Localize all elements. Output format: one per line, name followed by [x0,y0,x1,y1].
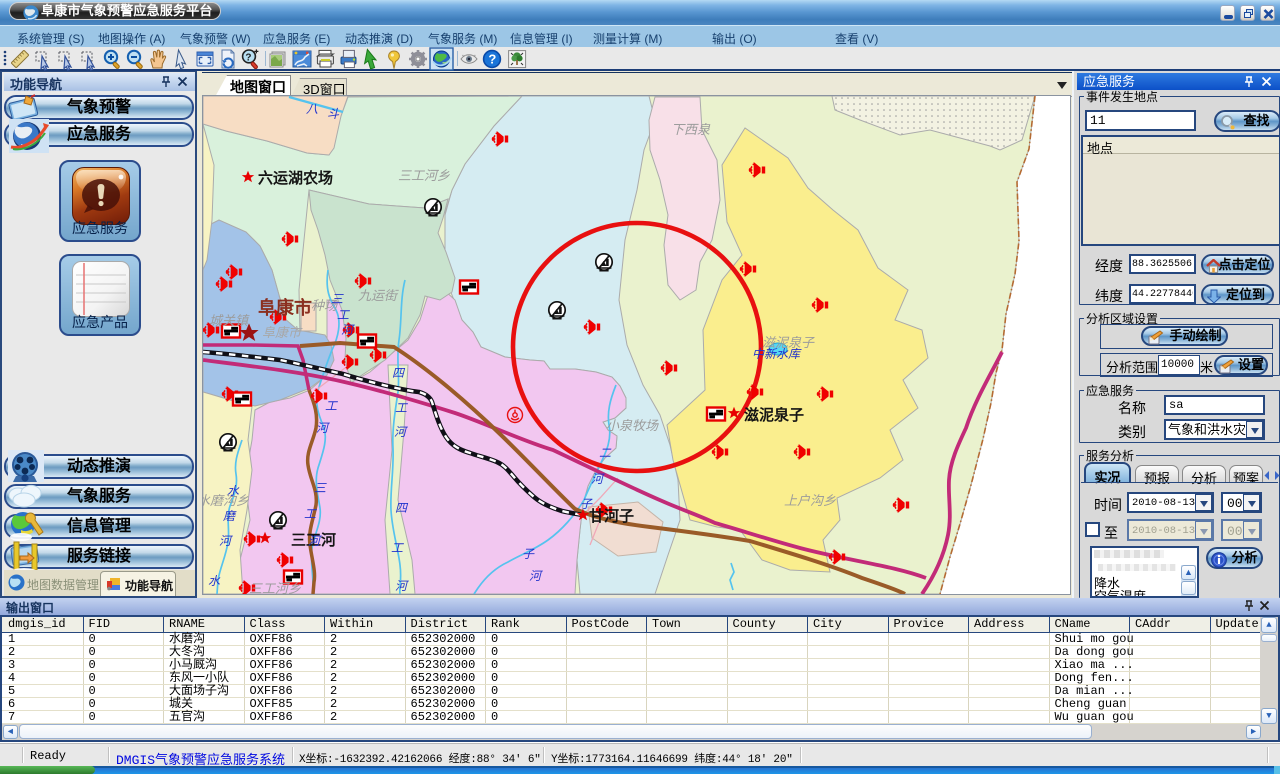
svg-text:城关镇: 城关镇 [209,313,250,328]
svg-text:河: 河 [316,421,330,435]
svg-text:四: 四 [395,501,409,515]
svg-text:八: 八 [306,102,318,116]
svg-text:二: 二 [599,446,612,460]
svg-text:工: 工 [304,507,317,521]
svg-text:工: 工 [337,308,350,322]
svg-text:水: 水 [208,574,221,588]
svg-text:子: 子 [522,547,535,561]
svg-text:三: 三 [331,292,344,306]
svg-text:河: 河 [308,534,322,548]
svg-text:阜康市: 阜康市 [258,297,312,318]
svg-text:三工河乡: 三工河乡 [398,168,450,183]
svg-text:河: 河 [341,323,355,337]
svg-text:三: 三 [314,481,327,495]
svg-text:工: 工 [391,541,404,555]
svg-text:九运街: 九运街 [358,288,399,303]
svg-text:?: ? [245,53,251,64]
svg-text:磨: 磨 [223,509,237,523]
svg-text:上户沟乡: 上户沟乡 [784,493,836,508]
svg-text:甘河子: 甘河子 [589,507,634,525]
svg-text:水: 水 [227,484,240,498]
svg-text:三工河乡: 三工河乡 [249,581,301,594]
svg-text:四: 四 [392,366,406,380]
svg-text:工: 工 [325,399,338,413]
svg-text:河: 河 [395,579,409,593]
svg-text:子: 子 [580,497,593,511]
svg-text:河: 河 [529,569,543,583]
svg-text:水磨沟乡: 水磨沟乡 [203,493,249,508]
svg-text:斗: 斗 [327,107,340,121]
svg-text:中新水库: 中新水库 [752,347,802,361]
svg-text:六运湖农场: 六运湖农场 [258,169,333,187]
svg-text:河: 河 [591,472,605,486]
svg-text:下西泉: 下西泉 [671,122,711,137]
svg-text:工: 工 [395,401,408,415]
svg-text:滋泥泉子: 滋泥泉子 [744,406,804,424]
svg-text:?: ? [488,52,496,67]
svg-text:河: 河 [219,534,233,548]
svg-text:河: 河 [394,425,408,439]
svg-text:阜康市: 阜康市 [262,325,303,340]
svg-text:小泉牧场: 小泉牧场 [606,418,659,433]
